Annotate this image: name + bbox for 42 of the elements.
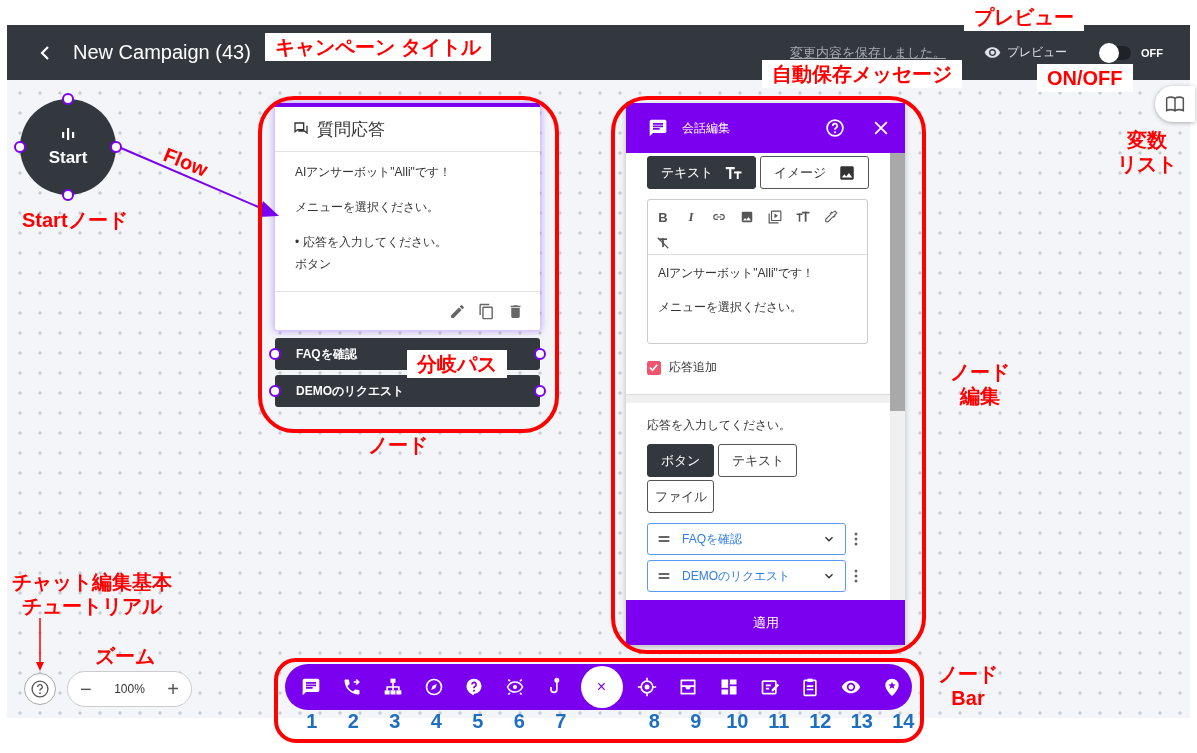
tool-number: 12 xyxy=(809,710,832,733)
editor-text: AIアンサーボット"Alli"です！ xyxy=(658,265,815,282)
annotation-label: ズーム xyxy=(95,644,155,668)
tool-number: 7 xyxy=(555,710,567,733)
annotation-label: ノード Bar xyxy=(938,662,998,710)
autosave-message: 変更内容を保存しました。 xyxy=(790,43,946,62)
tool-number: 4 xyxy=(430,710,442,733)
response-prompt: 応答を入力してください。 xyxy=(647,417,792,434)
tool-number: 11 xyxy=(768,710,790,733)
node-text: AIアンサーボット"Alli"です！ xyxy=(295,164,452,181)
zoom-level: 100% xyxy=(114,682,145,696)
tool-number: 14 xyxy=(892,710,915,733)
checkbox-label: 応答追加 xyxy=(669,359,717,376)
tool-number: 3 xyxy=(389,710,401,733)
panel-title: 会話編集 xyxy=(682,119,731,137)
annotation-label: チャット編集基本 チュートリアル xyxy=(12,570,172,618)
node-text: • 応答を入力してください。 xyxy=(295,234,448,251)
node-text: ボタン xyxy=(295,256,332,273)
annotation-label: ノード 編集 xyxy=(950,360,1010,408)
annotation-label: 自動保存メッセージ xyxy=(762,60,962,88)
node-title: 質問応答 xyxy=(317,118,385,141)
annotation-label: ON/OFF xyxy=(1037,64,1133,92)
start-label: Start xyxy=(48,148,88,168)
tool-number: 10 xyxy=(726,710,749,733)
annotation-label: Startノード xyxy=(22,208,128,232)
node-text: メニューを選択ください。 xyxy=(295,199,440,216)
tool-number: 13 xyxy=(850,710,873,733)
annotation-label: プレビュー xyxy=(964,3,1084,31)
annotation-label: キャンペーン タイトル xyxy=(265,33,491,61)
annotation-label: Flow xyxy=(160,142,212,182)
annotation-tooltip: 分岐パス xyxy=(407,350,507,378)
tool-number: 8 xyxy=(648,710,660,733)
tool-number: 5 xyxy=(472,710,484,733)
tool-number: 9 xyxy=(690,710,702,733)
toggle-label: OFF xyxy=(1141,46,1163,59)
annotation-label: 変数 リスト xyxy=(1117,128,1177,176)
tool-number: 2 xyxy=(347,710,359,733)
tool-number: 1 xyxy=(306,710,318,733)
annotation-label: ノード xyxy=(368,433,428,457)
campaign-title: New Campaign (43) xyxy=(73,41,251,64)
tool-number: 6 xyxy=(513,710,525,733)
editor-text: メニューを選択ください。 xyxy=(658,299,803,316)
